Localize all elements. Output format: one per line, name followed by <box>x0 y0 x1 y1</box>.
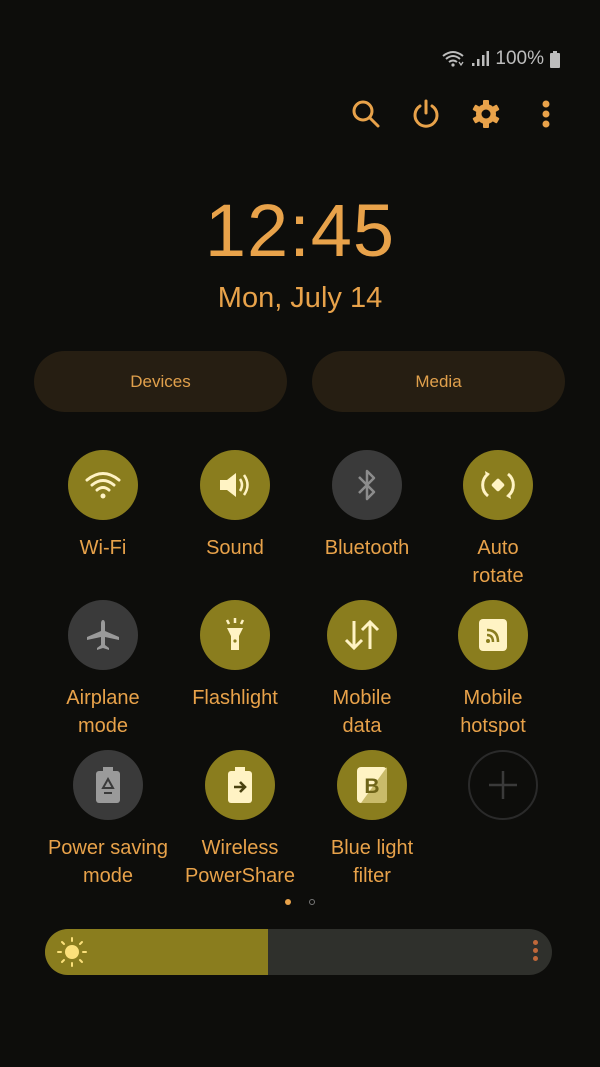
tile-mobile-data-button[interactable] <box>327 600 397 670</box>
auto-rotate-icon <box>481 471 515 499</box>
brightness-icon <box>57 937 87 967</box>
tile-label: Blue light filter <box>330 837 414 887</box>
page-dot-1[interactable] <box>285 899 291 905</box>
tile-wireless-powershare-button[interactable] <box>205 750 275 820</box>
tile-auto-rotate-button[interactable] <box>463 450 533 520</box>
tile-airplane-mode-button[interactable] <box>68 600 138 670</box>
settings-icon <box>472 100 500 128</box>
tile-sound[interactable]: Sound <box>169 450 301 562</box>
more-options-icon <box>542 100 550 128</box>
power-saving-icon <box>96 767 120 803</box>
tile-label: Mobile data <box>332 687 392 737</box>
tile-wireless-powershare[interactable]: Wireless PowerShare <box>174 750 306 890</box>
tile-power-saving-mode-button[interactable] <box>73 750 143 820</box>
tile-sound-button[interactable] <box>200 450 270 520</box>
tile-add[interactable] <box>437 750 569 820</box>
tile-flashlight[interactable]: Flashlight <box>169 600 301 712</box>
sound-icon <box>220 473 249 497</box>
tile-label: Wireless PowerShare <box>184 837 296 887</box>
add-icon <box>489 771 517 799</box>
tile-label: Flashlight <box>192 687 278 709</box>
tile-airplane-mode[interactable]: Airplane mode <box>37 600 169 740</box>
signal-icon <box>472 51 490 66</box>
media-label: Media <box>415 371 462 391</box>
add-tile-button[interactable] <box>468 750 538 820</box>
tile-mobile-hotspot-button[interactable] <box>458 600 528 670</box>
blue-light-filter-icon: B <box>357 767 387 803</box>
tile-label: Wi-Fi <box>79 537 127 559</box>
clock-date[interactable]: Mon, July 14 <box>0 282 600 315</box>
clock-time[interactable]: 12:45 <box>0 188 600 273</box>
tile-auto-rotate[interactable]: Auto rotate <box>432 450 564 590</box>
tile-label: Mobile hotspot <box>460 687 526 737</box>
wifi-icon <box>442 51 465 67</box>
search-button[interactable] <box>346 94 386 134</box>
settings-button[interactable] <box>466 94 506 134</box>
tile-blue-light-filter[interactable]: B Blue light filter <box>306 750 438 890</box>
hotspot-icon <box>479 619 507 651</box>
battery-percentage: 100% <box>495 48 544 69</box>
more-options-button[interactable] <box>526 94 566 134</box>
flashlight-icon <box>225 618 245 650</box>
tile-mobile-hotspot[interactable]: Mobile hotspot <box>427 600 559 740</box>
tile-mobile-data[interactable]: Mobile data <box>296 600 428 740</box>
tile-bluetooth-button[interactable] <box>332 450 402 520</box>
search-icon <box>352 100 380 128</box>
wireless-powershare-icon <box>228 767 252 803</box>
power-icon <box>413 99 439 128</box>
tile-bluetooth[interactable]: Bluetooth <box>301 450 433 562</box>
tile-label: Sound <box>206 537 264 559</box>
media-button[interactable]: Media <box>312 351 565 412</box>
airplane-icon <box>87 620 119 650</box>
mobile-data-icon <box>344 619 380 651</box>
svg-text:B: B <box>364 775 379 798</box>
tile-label: Bluetooth <box>324 537 410 559</box>
tile-wifi-button[interactable] <box>68 450 138 520</box>
power-button[interactable] <box>406 94 446 134</box>
tile-blue-light-filter-button[interactable]: B <box>337 750 407 820</box>
brightness-more-button[interactable] <box>533 940 538 961</box>
page-indicator <box>0 899 600 905</box>
brightness-slider[interactable] <box>45 929 552 975</box>
tile-label: Auto rotate <box>472 537 524 587</box>
devices-label: Devices <box>130 371 191 391</box>
bluetooth-icon <box>358 469 376 501</box>
tile-power-saving-mode[interactable]: Power saving mode <box>42 750 174 890</box>
battery-icon <box>550 50 560 68</box>
wifi-icon <box>85 472 121 499</box>
page-dot-2[interactable] <box>309 899 315 905</box>
toolbar <box>0 94 600 134</box>
devices-button[interactable]: Devices <box>34 351 287 412</box>
tile-wifi[interactable]: Wi-Fi <box>37 450 169 562</box>
tile-flashlight-button[interactable] <box>200 600 270 670</box>
status-bar: 100% <box>441 48 560 70</box>
tile-label: Airplane mode <box>66 687 140 737</box>
tile-label: Power saving mode <box>47 837 169 887</box>
